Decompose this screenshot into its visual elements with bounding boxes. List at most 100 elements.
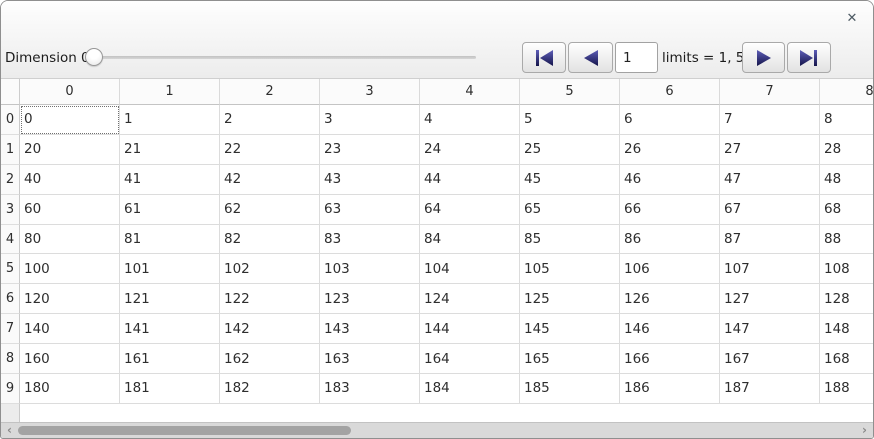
- cell-r4c7[interactable]: 87: [720, 225, 820, 255]
- cell-r4c3[interactable]: 83: [320, 225, 420, 255]
- cell-r4c6[interactable]: 86: [620, 225, 720, 255]
- column-header-7[interactable]: 7: [720, 79, 820, 105]
- cell-r4c2[interactable]: 82: [220, 225, 320, 255]
- row-header-5[interactable]: 5: [1, 254, 20, 284]
- row-header-1[interactable]: 1: [1, 135, 20, 165]
- cell-r2c0[interactable]: 40: [20, 165, 120, 195]
- cell-r8c6[interactable]: 166: [620, 344, 720, 374]
- cell-r1c7[interactable]: 27: [720, 135, 820, 165]
- cell-r3c2[interactable]: 62: [220, 195, 320, 225]
- cell-r3c7[interactable]: 67: [720, 195, 820, 225]
- cell-r7c0[interactable]: 140: [20, 314, 120, 344]
- cell-r4c5[interactable]: 85: [520, 225, 620, 255]
- column-header-6[interactable]: 6: [620, 79, 720, 105]
- cell-r1c6[interactable]: 26: [620, 135, 720, 165]
- cell-r4c1[interactable]: 81: [120, 225, 220, 255]
- cell-r3c5[interactable]: 65: [520, 195, 620, 225]
- cell-r9c1[interactable]: 181: [120, 374, 220, 404]
- row-header-8[interactable]: 8: [1, 344, 20, 374]
- cell-r5c3[interactable]: 103: [320, 254, 420, 284]
- cell-r9c5[interactable]: 185: [520, 374, 620, 404]
- cell-r8c1[interactable]: 161: [120, 344, 220, 374]
- cell-r2c7[interactable]: 47: [720, 165, 820, 195]
- cell-r4c8[interactable]: 88: [820, 225, 873, 255]
- cell-r8c5[interactable]: 165: [520, 344, 620, 374]
- scroll-left-icon[interactable]: ‹: [3, 423, 16, 438]
- next-page-button[interactable]: [742, 42, 785, 73]
- scrollbar-thumb[interactable]: [18, 426, 351, 435]
- first-page-button[interactable]: [522, 42, 566, 73]
- dimension-slider[interactable]: [85, 45, 480, 69]
- cell-r8c8[interactable]: 168: [820, 344, 873, 374]
- cell-r2c8[interactable]: 48: [820, 165, 873, 195]
- cell-r7c8[interactable]: 148: [820, 314, 873, 344]
- cell-r9c6[interactable]: 186: [620, 374, 720, 404]
- cell-r0c8[interactable]: 8: [820, 105, 873, 135]
- page-index-input[interactable]: [615, 42, 658, 73]
- row-header-4[interactable]: 4: [1, 225, 20, 255]
- cell-r1c2[interactable]: 22: [220, 135, 320, 165]
- cell-r5c1[interactable]: 101: [120, 254, 220, 284]
- cell-r7c6[interactable]: 146: [620, 314, 720, 344]
- cell-r2c1[interactable]: 41: [120, 165, 220, 195]
- cell-r0c0[interactable]: 0: [20, 105, 120, 135]
- column-header-8[interactable]: 8: [820, 79, 873, 105]
- cell-r2c5[interactable]: 45: [520, 165, 620, 195]
- row-header-3[interactable]: 3: [1, 195, 20, 225]
- cell-r1c5[interactable]: 25: [520, 135, 620, 165]
- cell-r7c2[interactable]: 142: [220, 314, 320, 344]
- cell-r3c8[interactable]: 68: [820, 195, 873, 225]
- cell-r9c7[interactable]: 187: [720, 374, 820, 404]
- cell-r7c1[interactable]: 141: [120, 314, 220, 344]
- cell-r3c6[interactable]: 66: [620, 195, 720, 225]
- cell-r3c3[interactable]: 63: [320, 195, 420, 225]
- cell-r6c3[interactable]: 123: [320, 284, 420, 314]
- cell-r8c4[interactable]: 164: [420, 344, 520, 374]
- column-header-5[interactable]: 5: [520, 79, 620, 105]
- cell-r0c3[interactable]: 3: [320, 105, 420, 135]
- cell-r4c4[interactable]: 84: [420, 225, 520, 255]
- cell-r7c3[interactable]: 143: [320, 314, 420, 344]
- previous-page-button[interactable]: [568, 42, 613, 73]
- cell-r5c8[interactable]: 108: [820, 254, 873, 284]
- cell-r0c5[interactable]: 5: [520, 105, 620, 135]
- cell-r0c2[interactable]: 2: [220, 105, 320, 135]
- cell-r5c5[interactable]: 105: [520, 254, 620, 284]
- cell-r7c5[interactable]: 145: [520, 314, 620, 344]
- slider-handle[interactable]: [85, 48, 103, 66]
- cell-r7c7[interactable]: 147: [720, 314, 820, 344]
- cell-r6c4[interactable]: 124: [420, 284, 520, 314]
- grid-corner[interactable]: [1, 79, 20, 105]
- cell-r9c2[interactable]: 182: [220, 374, 320, 404]
- cell-r6c1[interactable]: 121: [120, 284, 220, 314]
- row-header-0[interactable]: 0: [1, 105, 20, 135]
- cell-r5c4[interactable]: 104: [420, 254, 520, 284]
- last-page-button[interactable]: [787, 42, 831, 73]
- cell-r5c2[interactable]: 102: [220, 254, 320, 284]
- scroll-right-icon[interactable]: ›: [858, 423, 871, 438]
- cell-r5c7[interactable]: 107: [720, 254, 820, 284]
- cell-r8c2[interactable]: 162: [220, 344, 320, 374]
- row-header-2[interactable]: 2: [1, 165, 20, 195]
- cell-r4c0[interactable]: 80: [20, 225, 120, 255]
- cell-r0c1[interactable]: 1: [120, 105, 220, 135]
- cell-r6c6[interactable]: 126: [620, 284, 720, 314]
- cell-r0c7[interactable]: 7: [720, 105, 820, 135]
- row-header-9[interactable]: 9: [1, 374, 20, 404]
- cell-r9c0[interactable]: 180: [20, 374, 120, 404]
- cell-r6c8[interactable]: 128: [820, 284, 873, 314]
- cell-r3c4[interactable]: 64: [420, 195, 520, 225]
- column-header-0[interactable]: 0: [20, 79, 120, 105]
- cell-r8c7[interactable]: 167: [720, 344, 820, 374]
- column-header-2[interactable]: 2: [220, 79, 320, 105]
- cell-r3c0[interactable]: 60: [20, 195, 120, 225]
- cell-r2c4[interactable]: 44: [420, 165, 520, 195]
- column-header-1[interactable]: 1: [120, 79, 220, 105]
- cell-r1c0[interactable]: 20: [20, 135, 120, 165]
- cell-r7c4[interactable]: 144: [420, 314, 520, 344]
- cell-r1c8[interactable]: 28: [820, 135, 873, 165]
- cell-r0c4[interactable]: 4: [420, 105, 520, 135]
- cell-r6c7[interactable]: 127: [720, 284, 820, 314]
- row-header-6[interactable]: 6: [1, 284, 20, 314]
- slider-groove[interactable]: [96, 56, 476, 59]
